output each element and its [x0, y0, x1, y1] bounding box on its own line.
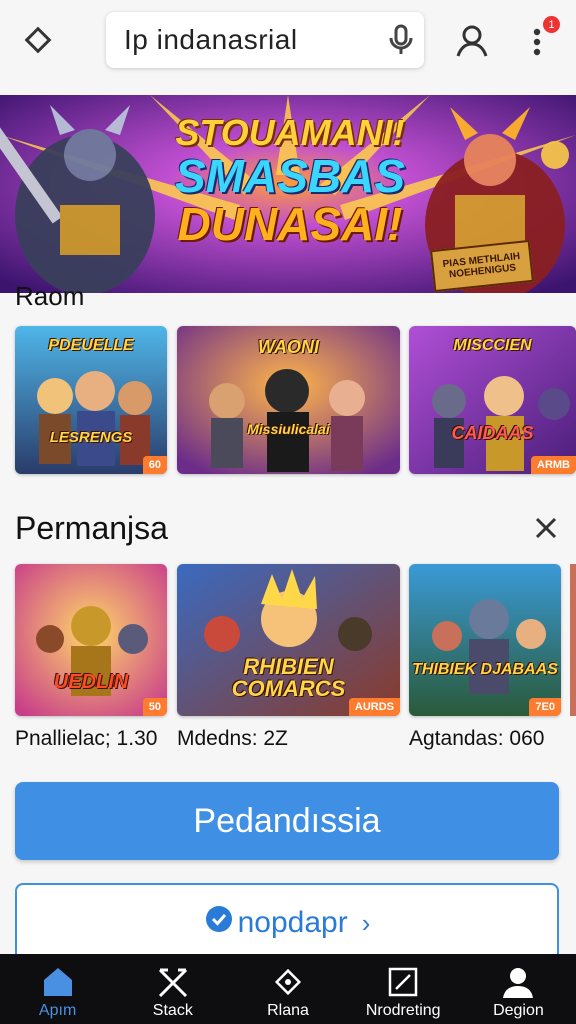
profile-icon [503, 968, 534, 998]
nav-item-stack[interactable]: Stack [115, 954, 230, 1024]
game-card[interactable]: UEDLIN 50 [15, 564, 167, 716]
primary-button[interactable]: Pedandıssia [15, 782, 559, 860]
home-icon [43, 968, 72, 996]
nav-label: Rlana [267, 1002, 309, 1019]
game-card[interactable]: WAONI Missiulicalai [177, 326, 400, 474]
section-title-permanjsa: Permanjsa [15, 510, 168, 546]
secondary-button-label: nopdapr [237, 906, 348, 939]
card-title-bottom: CAIDAAS [451, 423, 534, 443]
card-artwork [15, 564, 167, 716]
verified-icon [204, 904, 234, 942]
bottom-navigation: Apım Stack Rlana Nrodreting Degion [0, 954, 576, 1024]
hero-banner[interactable]: STOUAMANI! SMASBAS DUNASAI! PIAS METHLAI… [0, 95, 576, 293]
hero-title-line1: STOUAMANI! [175, 112, 405, 153]
card-badge: ARMB [531, 456, 576, 474]
mic-icon[interactable] [378, 17, 424, 63]
game-card[interactable]: PDEUELLE LESRENGS 60 [15, 326, 167, 474]
card-artwork [409, 564, 561, 716]
game-card[interactable]: MISCCIEN CAIDAAS ARMB [409, 326, 576, 474]
swords-icon [158, 968, 187, 998]
game-card-partial[interactable] [570, 564, 576, 716]
card-badge: 60 [142, 456, 167, 474]
search-input[interactable]: Ip indanasrial [106, 12, 424, 68]
nav-item-nrodreting[interactable]: Nrodreting [346, 954, 461, 1024]
card-title-top: WAONI [258, 337, 319, 357]
nav-label: Degion [493, 1002, 544, 1019]
card-title-bottom: THIBIEK DJABAAS [412, 661, 558, 678]
close-icon[interactable] [530, 512, 562, 544]
nav-item-degion[interactable]: Degion [461, 954, 576, 1024]
card-title-bottom: LESRENGS [49, 429, 133, 446]
section-title-raom: Raom [15, 281, 85, 311]
nav-label: Apım [38, 1002, 77, 1019]
hero-title-line3: DUNASAI! [177, 198, 403, 250]
nav-item-rlana[interactable]: Rlana [230, 954, 345, 1024]
search-text: Ip indanasrial [124, 24, 298, 55]
card-badge: 50 [142, 698, 167, 716]
secondary-button[interactable]: nopdapr › [15, 883, 559, 963]
card-badge: AURDS [348, 698, 400, 716]
card-badge: 7E0 [529, 698, 561, 716]
hero-title: STOUAMANI! SMASBAS DUNASAI! [170, 112, 410, 250]
chevron-right-icon: › [361, 907, 371, 938]
nav-label: Nrodreting [365, 1002, 441, 1019]
card-meta: Mdedns: 2Z [177, 727, 288, 750]
nav-label: Stack [152, 1002, 193, 1019]
game-card[interactable]: RHIBIEN COMARCS AURDS [177, 564, 400, 716]
card-title-bottom: RHIBIEN COMARCS [231, 654, 346, 701]
card-title-top: MISCCIEN [453, 337, 532, 354]
edit-icon [388, 967, 418, 997]
hero-title-line2: SMASBAS [174, 150, 406, 202]
nav-item-home[interactable]: Apım [0, 954, 115, 1024]
card-title-top: PDEUELLE [48, 337, 134, 354]
top-bar: Ip indanasrial 1 [0, 0, 576, 84]
game-card[interactable]: THIBIEK DJABAAS 7E0 [409, 564, 561, 716]
card-meta: Pnallielac; 1.30 [15, 727, 158, 750]
diamond-icon[interactable] [16, 18, 60, 62]
diamond-icon [274, 968, 302, 996]
card-title-bottom: Missiulicalai [247, 421, 330, 437]
card-meta: Agtandas: 060 [409, 727, 545, 750]
user-icon[interactable] [450, 18, 494, 62]
notification-badge: 1 [543, 16, 560, 33]
card-title-bottom: UEDLIN [53, 671, 129, 693]
